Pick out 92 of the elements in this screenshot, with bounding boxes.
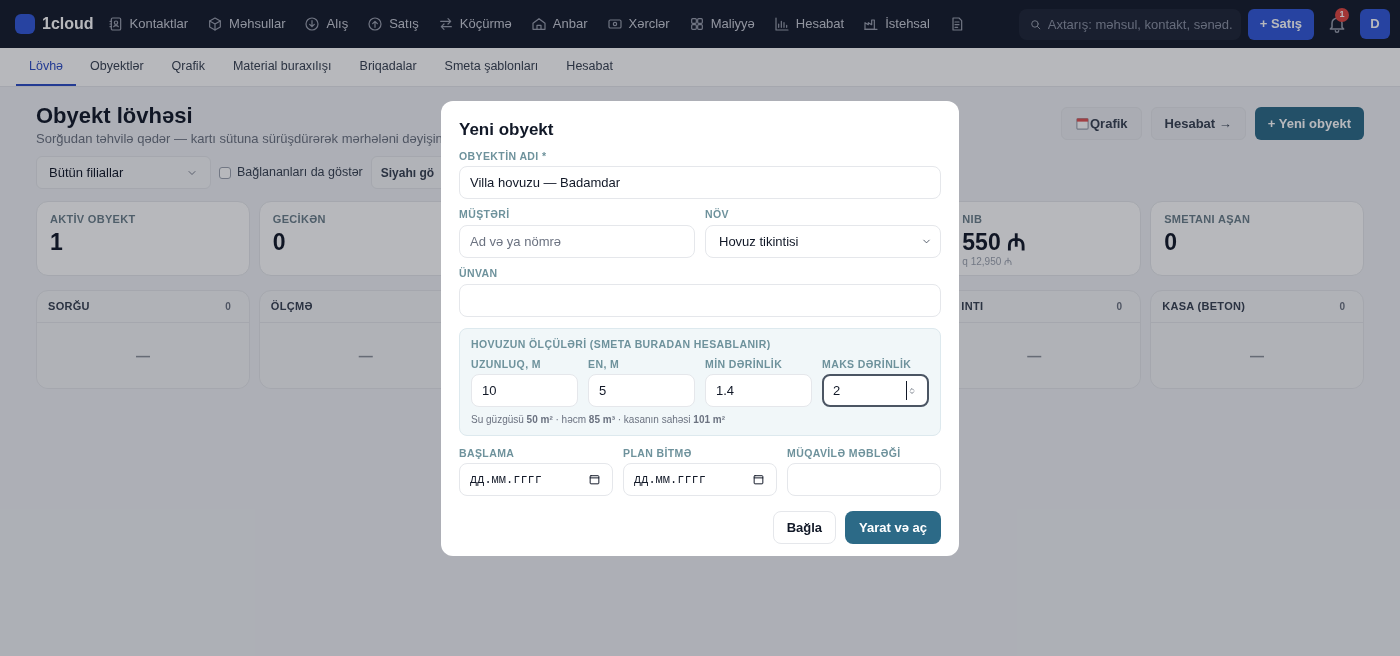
stat-value: 0	[1164, 227, 1178, 256]
tab[interactable]: Material buraxılışı	[218, 48, 346, 86]
stat-value: 0	[272, 227, 287, 256]
cube-icon	[207, 16, 224, 32]
empty-placeholder: —	[1250, 347, 1265, 364]
new-object-button[interactable]: + Yeni obyekt	[1254, 107, 1364, 140]
number-field[interactable]: 1.4	[705, 374, 812, 407]
field-label: MAKS DƏRİNLİK	[822, 357, 913, 372]
number-field[interactable]: 2	[822, 374, 929, 407]
field-label: EN, M	[588, 357, 621, 372]
arrow-down-circle-icon	[304, 16, 321, 32]
field-label: BAŞLAMA	[459, 446, 516, 461]
banknote-icon	[606, 16, 623, 32]
house-icon	[530, 16, 547, 32]
column-title: INTI	[961, 299, 984, 315]
stat-value: 550 ₼	[962, 227, 1028, 256]
date-field[interactable]: дд.мм.гггг	[459, 463, 613, 496]
calendar-icon	[588, 473, 601, 486]
field-label: MÜQAVİLƏ MƏBLƏĞİ	[787, 446, 902, 461]
branch-select[interactable]: Bütün filiallar	[36, 156, 211, 189]
checkbox-label: Bağlananları da göstər	[237, 164, 363, 182]
new-sale-button[interactable]: + Satış	[1247, 8, 1314, 40]
page-subtitle: Sorğudan təhvilə qədər — kartı sütuna sürüşdürərək mərhələni dəyişin	[36, 130, 443, 148]
arrow-up-circle-icon	[367, 16, 384, 32]
field-label: UZUNLUQ, M	[471, 357, 542, 372]
field-label: OBYEKTİN ADI *	[459, 149, 548, 164]
report-button[interactable]: Hesabat →	[1150, 107, 1246, 140]
section-title: HOVUZUN ÖLÇÜLƏRİ (SMETA BURADAN HESABLANIR)	[471, 337, 772, 352]
notification-badge: 1	[1335, 8, 1349, 22]
create-button[interactable]: Yarat və aç	[845, 511, 941, 544]
column-title: ÖLÇMƏ	[270, 299, 313, 315]
avatar[interactable]: D	[1360, 9, 1390, 39]
empty-placeholder: —	[358, 347, 373, 364]
search-field[interactable]: Axtarış: məhsul, kontakt, sənəd.	[1018, 8, 1241, 40]
stat-label: NIB	[962, 212, 984, 227]
number-field[interactable]: 10	[471, 374, 578, 407]
field-label: ÜNVAN	[459, 266, 499, 281]
nav-link[interactable]: Maliyyə	[688, 14, 755, 34]
field-label: MÜŞTƏRİ	[459, 207, 511, 222]
search-icon	[1028, 17, 1042, 31]
calendar-icon	[1075, 116, 1090, 131]
customer-field[interactable]: Ad və ya nömrə	[459, 225, 695, 258]
field-label: MİN DƏRİNLİK	[705, 357, 784, 372]
nav-link[interactable]: Məhsullar	[207, 14, 286, 34]
dimensions-summary: Su güzgüsü 50 m² · həcm 85 m³ · kasanın sahəsi 101 m²	[471, 413, 727, 427]
nav-link[interactable]: İstehsal	[863, 14, 930, 34]
field-label: PLAN BİTMƏ	[623, 446, 693, 461]
field-label: NÖV	[705, 207, 730, 222]
tab[interactable]: Lövhə	[16, 48, 77, 86]
tab[interactable]: Hesabat	[552, 48, 627, 86]
nav-link[interactable]: Alış	[304, 14, 349, 34]
modal-title: Yeni obyekt	[459, 119, 555, 141]
calendar-icon	[752, 473, 765, 486]
nav-link[interactable]: Xərclər	[606, 14, 670, 34]
stat-note: q 12,950 ₼	[962, 255, 1014, 268]
column-count: 0	[1116, 300, 1123, 314]
close-button[interactable]: Bağla	[772, 511, 837, 544]
name-field[interactable]: Villa hovuzu — Badamdar	[459, 166, 941, 199]
nav-link[interactable]: Hesabat	[773, 14, 845, 34]
tab[interactable]: Qrafik	[157, 48, 219, 86]
stat-value: 1	[50, 227, 64, 256]
column-title: SORĞU	[48, 299, 90, 315]
column-count: 0	[1339, 300, 1345, 314]
bar-chart-icon	[773, 16, 790, 32]
type-select[interactable]: Hovuz tikintisi	[705, 225, 941, 258]
stat-label: SMETANI AŞAN	[1164, 212, 1252, 227]
page-title: Obyekt lövhəsi	[36, 102, 194, 130]
date-field[interactable]: дд.мм.гггг	[623, 463, 777, 496]
contact-card-icon	[107, 16, 124, 32]
schedule-button[interactable]: Qrafik	[1061, 107, 1142, 140]
address-field[interactable]	[459, 284, 941, 317]
number-field[interactable]: 5	[588, 374, 695, 407]
empty-placeholder: —	[135, 347, 150, 364]
brand-name: 1cloud	[42, 14, 94, 34]
empty-placeholder: —	[1027, 347, 1042, 364]
stat-label: AKTİV OBYEKT	[50, 212, 137, 227]
document-icon[interactable]	[949, 16, 965, 32]
swap-arrows-icon	[437, 16, 454, 32]
factory-icon	[863, 16, 880, 32]
grid-icon	[688, 16, 705, 32]
column-count: 0	[225, 300, 231, 314]
column-title: KASA (BETON)	[1162, 299, 1246, 315]
tab[interactable]: Smeta şablonları	[430, 48, 553, 86]
nav-link[interactable]: Satış	[367, 14, 419, 34]
tab[interactable]: Briqadalar	[345, 48, 431, 86]
tab[interactable]: Obyektlər	[76, 48, 158, 86]
nav-link[interactable]: Kontaktlar	[107, 14, 189, 34]
checkbox[interactable]	[219, 166, 231, 179]
nav-link[interactable]: Anbar	[530, 14, 588, 34]
amount-field[interactable]	[787, 463, 941, 496]
logo-icon	[15, 14, 35, 34]
nav-link[interactable]: Köçürmə	[437, 14, 512, 34]
